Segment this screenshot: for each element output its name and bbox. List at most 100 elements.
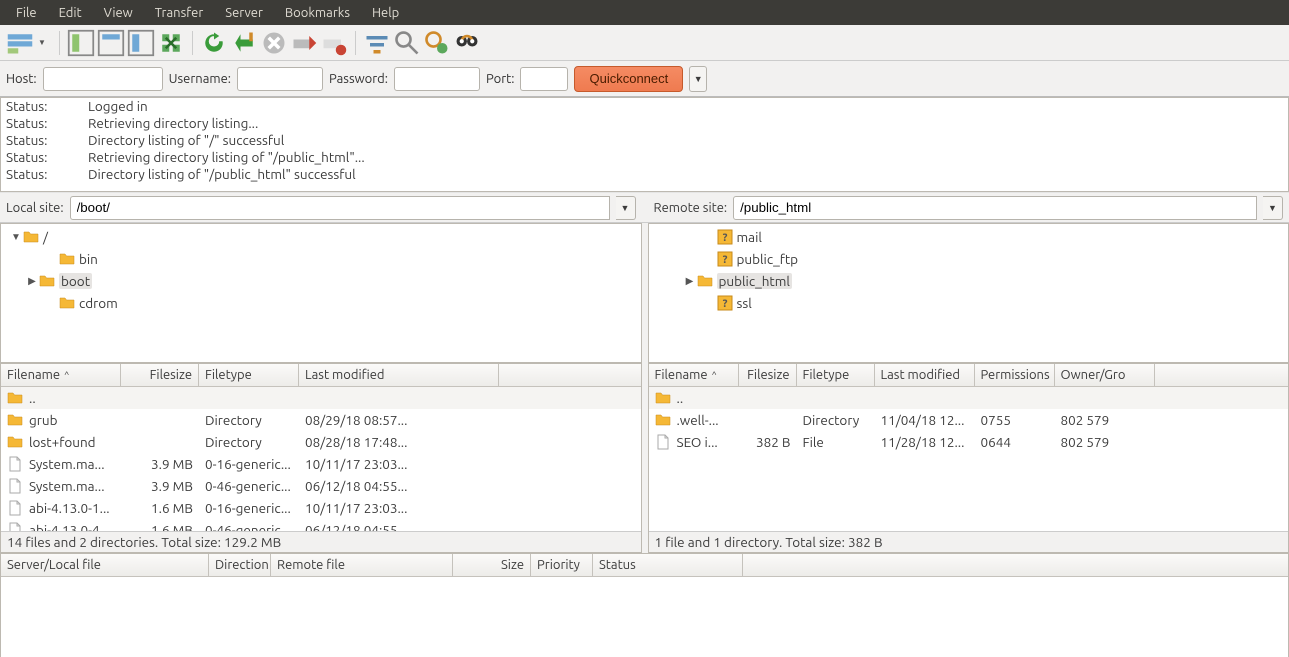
menu-view[interactable]: View — [94, 3, 143, 23]
menu-bookmarks[interactable]: Bookmarks — [275, 3, 360, 23]
tree-item[interactable]: ?ssl — [649, 292, 1289, 314]
search-button[interactable] — [453, 29, 481, 57]
column-header[interactable]: Filesize — [121, 364, 199, 386]
file-row[interactable]: lost+foundDirectory08/28/18 17:48... — [1, 431, 641, 453]
cell: 0644 — [975, 434, 1055, 450]
menu-edit[interactable]: Edit — [49, 3, 92, 23]
host-label: Host: — [6, 72, 37, 86]
column-header[interactable]: Filename^ — [1, 364, 121, 386]
toggle-local-tree-button[interactable] — [97, 29, 125, 57]
tree-item[interactable]: ▶boot — [1, 270, 641, 292]
menu-file[interactable]: File — [6, 3, 47, 23]
expander-icon[interactable]: ▼ — [9, 231, 23, 243]
file-row[interactable]: grubDirectory08/29/18 08:57... — [1, 409, 641, 431]
message-log[interactable]: Status:Logged inStatus:Retrieving direct… — [0, 97, 1289, 192]
file-icon — [7, 456, 23, 472]
tree-label: bin — [79, 251, 98, 267]
tree-item[interactable]: ?public_ftp — [649, 248, 1289, 270]
cell: grub — [1, 412, 121, 428]
quickconnect-dropdown[interactable]: ▼ — [689, 66, 707, 92]
cell: Directory — [199, 412, 299, 428]
column-header[interactable]: Filetype — [199, 364, 299, 386]
column-header[interactable]: Filesize — [739, 364, 797, 386]
log-entry: Status:Directory listing of "/public_htm… — [1, 166, 1288, 183]
column-header[interactable]: Remote file — [271, 554, 453, 576]
username-input[interactable] — [237, 67, 323, 91]
quickconnect-bar: Host: Username: Password: Port: Quickcon… — [0, 61, 1289, 97]
site-path-bar: Local site: ▼ Remote site: ▼ — [0, 192, 1289, 223]
separator — [355, 31, 356, 55]
expander-icon[interactable]: ▶ — [683, 275, 697, 287]
cell: 1.6 MB — [121, 500, 199, 516]
tree-item[interactable]: ▼/ — [1, 226, 641, 248]
cell: 3.9 MB — [121, 456, 199, 472]
column-header[interactable]: Server/Local file — [1, 554, 209, 576]
toggle-remote-tree-button[interactable] — [127, 29, 155, 57]
cell: lost+found — [1, 434, 121, 450]
username-label: Username: — [169, 72, 231, 86]
file-row[interactable]: .well-...Directory11/04/18 12...0755802 … — [649, 409, 1289, 431]
local-path-dropdown[interactable]: ▼ — [616, 196, 636, 220]
password-input[interactable] — [394, 67, 480, 91]
sitemanager-dropdown[interactable]: ▼ — [38, 38, 46, 47]
file-row[interactable]: System.ma...3.9 MB0-16-generic...10/11/1… — [1, 453, 641, 475]
sitemanager-button[interactable] — [6, 29, 34, 57]
menu-help[interactable]: Help — [362, 3, 409, 23]
disconnect-button[interactable] — [290, 29, 318, 57]
filter-button[interactable] — [363, 29, 391, 57]
port-input[interactable] — [520, 67, 568, 91]
file-row[interactable]: .. — [1, 387, 641, 409]
expander-icon[interactable]: ▶ — [25, 275, 39, 287]
remote-path-dropdown[interactable]: ▼ — [1263, 196, 1283, 220]
tree-label: / — [43, 229, 48, 245]
remote-tree[interactable]: ?mail?public_ftp▶public_html?ssl — [649, 224, 1289, 362]
cancel-button[interactable] — [260, 29, 288, 57]
quickconnect-button[interactable]: Quickconnect — [574, 66, 683, 92]
cell: 06/12/18 04:55... — [299, 522, 499, 531]
folder-icon — [655, 390, 671, 406]
tree-item[interactable]: ?mail — [649, 226, 1289, 248]
host-input[interactable] — [43, 67, 163, 91]
cell: .well-... — [649, 412, 739, 428]
cell: .. — [649, 390, 739, 406]
queue-body[interactable] — [1, 577, 1288, 657]
file-row[interactable]: abi-4.13.0-1...1.6 MB0-16-generic...10/1… — [1, 497, 641, 519]
remote-columns: Filename^FilesizeFiletypeLast modifiedPe… — [649, 364, 1289, 387]
queue-columns: Server/Local fileDirectionRemote fileSiz… — [1, 554, 1288, 577]
file-row[interactable]: abi-4.13.0-4...1.6 MB0-46-generic...06/1… — [1, 519, 641, 531]
tree-item[interactable]: bin — [1, 248, 641, 270]
compare-button[interactable] — [393, 29, 421, 57]
file-row[interactable]: SEO i...382 BFile11/28/18 12...0644802 5… — [649, 431, 1289, 453]
menu-server[interactable]: Server — [215, 3, 273, 23]
local-path-input[interactable] — [70, 196, 610, 220]
column-header[interactable]: Filetype — [797, 364, 875, 386]
cell: 06/12/18 04:55... — [299, 478, 499, 494]
refresh-button[interactable] — [200, 29, 228, 57]
local-rows[interactable]: ..grubDirectory08/29/18 08:57...lost+fou… — [1, 387, 641, 531]
remote-path-input[interactable] — [733, 196, 1257, 220]
file-row[interactable]: System.ma...3.9 MB0-46-generic...06/12/1… — [1, 475, 641, 497]
folder-icon — [655, 412, 671, 428]
column-header[interactable]: Last modified — [875, 364, 975, 386]
sync-browse-button[interactable] — [423, 29, 451, 57]
tree-item[interactable]: cdrom — [1, 292, 641, 314]
local-columns: Filename^FilesizeFiletypeLast modified — [1, 364, 641, 387]
column-header[interactable]: Owner/Gro — [1055, 364, 1155, 386]
file-row[interactable]: .. — [649, 387, 1289, 409]
toggle-log-button[interactable] — [67, 29, 95, 57]
column-header[interactable]: Permissions — [975, 364, 1055, 386]
column-header[interactable]: Direction — [209, 554, 271, 576]
column-header[interactable]: Filename^ — [649, 364, 739, 386]
process-queue-button[interactable] — [230, 29, 258, 57]
menu-transfer[interactable]: Transfer — [145, 3, 214, 23]
remote-rows[interactable]: .. .well-...Directory11/04/18 12...075580… — [649, 387, 1289, 531]
column-header[interactable]: Size — [453, 554, 531, 576]
tree-item[interactable]: ▶public_html — [649, 270, 1289, 292]
column-header[interactable]: Last modified — [299, 364, 499, 386]
reconnect-button[interactable] — [320, 29, 348, 57]
file-icon — [7, 500, 23, 516]
local-tree[interactable]: ▼/bin▶bootcdrom — [1, 224, 641, 362]
column-header[interactable]: Priority — [531, 554, 593, 576]
column-header[interactable]: Status — [593, 554, 743, 576]
toggle-queue-button[interactable] — [157, 29, 185, 57]
